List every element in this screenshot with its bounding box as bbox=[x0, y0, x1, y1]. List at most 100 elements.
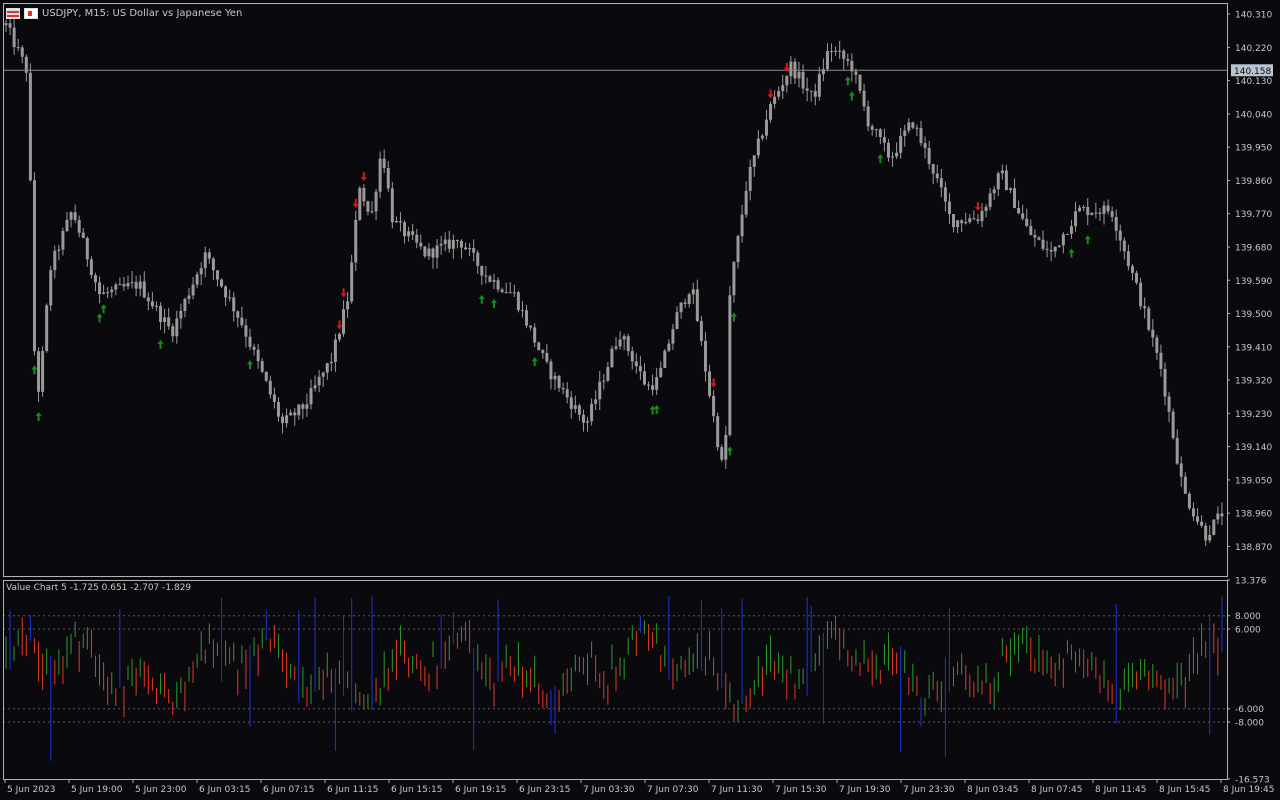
candle-body bbox=[53, 250, 57, 271]
candle-body bbox=[724, 434, 728, 460]
candle-body bbox=[443, 239, 447, 244]
candle-body bbox=[561, 387, 565, 390]
time-tick-label: 6 Jun 07:15 bbox=[263, 785, 314, 795]
candle-body bbox=[329, 361, 333, 364]
candle-body bbox=[529, 325, 533, 328]
candle-body bbox=[756, 138, 760, 156]
candle-body bbox=[1017, 208, 1021, 214]
candle-body bbox=[667, 343, 671, 351]
candle-body bbox=[1029, 225, 1033, 235]
candle-body bbox=[858, 74, 862, 91]
price-candles bbox=[3, 15, 1227, 547]
candle-body bbox=[411, 231, 415, 235]
candle-body bbox=[167, 317, 171, 327]
buy-arrow-icon bbox=[100, 304, 107, 314]
candle-body bbox=[154, 305, 158, 307]
candle-body bbox=[695, 289, 699, 322]
price-tick-label: 139.770 bbox=[1235, 210, 1272, 220]
candle-body bbox=[642, 371, 646, 385]
candle-body bbox=[740, 214, 744, 237]
candle-body bbox=[264, 371, 268, 381]
candle-body bbox=[512, 292, 516, 294]
candle-body bbox=[28, 72, 32, 181]
candle-body bbox=[773, 96, 777, 104]
time-axis[interactable]: 5 Jun 2023 5 Jun 19:00 5 Jun 23:00 6 Jun 03… bbox=[4, 779, 1274, 795]
candle-body bbox=[187, 295, 191, 299]
candle-body bbox=[691, 289, 695, 295]
price-tick-label: 139.950 bbox=[1235, 144, 1272, 154]
candle-body bbox=[508, 292, 512, 294]
candle-body bbox=[1057, 245, 1061, 247]
candle-body bbox=[244, 325, 248, 337]
candle-body bbox=[870, 126, 874, 130]
candle-body bbox=[651, 385, 655, 390]
buy-arrow-icon bbox=[531, 357, 538, 367]
candle-body bbox=[1163, 368, 1167, 397]
candle-body bbox=[138, 281, 142, 289]
buy-arrow-icon bbox=[1068, 248, 1075, 258]
sell-arrow-icon bbox=[336, 320, 343, 330]
value-chart-axis[interactable]: 13.376 8.000 6.000 -6.000 -8.000 -16.573 bbox=[1227, 577, 1270, 786]
time-tick-label: 8 Jun 07:45 bbox=[1031, 785, 1082, 795]
candle-body bbox=[577, 405, 581, 415]
candle-body bbox=[565, 389, 569, 398]
candle-body bbox=[224, 286, 228, 298]
candle-body bbox=[931, 164, 935, 174]
candle-body bbox=[472, 247, 476, 253]
candle-body bbox=[553, 375, 557, 380]
candle-body bbox=[350, 262, 354, 302]
candle-body bbox=[150, 301, 154, 307]
candle-body bbox=[1126, 251, 1130, 267]
candle-body bbox=[240, 317, 244, 326]
time-tick-label: 8 Jun 11:45 bbox=[1095, 785, 1146, 795]
buy-arrow-icon bbox=[35, 412, 42, 422]
value-tick-label: -8.000 bbox=[1235, 719, 1264, 729]
candle-body bbox=[390, 188, 394, 223]
candle-body bbox=[293, 412, 297, 416]
candle-body bbox=[333, 339, 337, 362]
candle-body bbox=[1187, 493, 1191, 509]
candle-body bbox=[378, 158, 382, 192]
value-chart-bars bbox=[3, 596, 1227, 761]
candle-body bbox=[891, 156, 895, 158]
chart-menu-icon[interactable] bbox=[6, 7, 20, 19]
candle-body bbox=[533, 327, 537, 343]
candle-body bbox=[789, 61, 793, 77]
candle-body bbox=[199, 268, 203, 275]
price-tick-label: 139.230 bbox=[1235, 410, 1272, 420]
price-axis[interactable]: 140.310 140.220 140.130 140.040 139.950 139.8… bbox=[1227, 11, 1273, 553]
candle-body bbox=[1139, 282, 1143, 307]
candle-body bbox=[1114, 216, 1118, 231]
price-tick-label: 139.680 bbox=[1235, 243, 1272, 253]
candle-body bbox=[248, 336, 252, 347]
candle-body bbox=[439, 243, 443, 246]
trade-terminal-icon[interactable] bbox=[24, 7, 38, 19]
candle-body bbox=[537, 342, 541, 351]
sell-arrow-icon bbox=[340, 288, 347, 298]
candle-body bbox=[370, 211, 374, 213]
buy-arrow-icon bbox=[1084, 235, 1091, 245]
candle-body bbox=[492, 280, 496, 282]
chart-frames bbox=[3, 3, 1228, 780]
candle-body bbox=[337, 333, 341, 340]
candle-body bbox=[760, 135, 764, 139]
candle-body bbox=[659, 367, 663, 378]
candle-body bbox=[1069, 226, 1073, 234]
candle-body bbox=[464, 247, 468, 250]
candle-body bbox=[943, 187, 947, 202]
candle-body bbox=[122, 284, 126, 287]
trading-chart[interactable]: 140.310 140.220 140.130 140.040 139.950 139.8… bbox=[0, 0, 1280, 800]
candle-body bbox=[752, 155, 756, 167]
candle-body bbox=[899, 135, 903, 153]
candle-body bbox=[276, 402, 280, 417]
candle-body bbox=[716, 416, 720, 448]
candle-body bbox=[183, 298, 187, 311]
candle-body bbox=[134, 282, 138, 289]
price-tick-label: 140.040 bbox=[1235, 110, 1272, 120]
time-tick-label: 8 Jun 19:45 bbox=[1223, 785, 1274, 795]
buy-arrow-icon bbox=[478, 294, 485, 304]
candle-body bbox=[65, 219, 69, 232]
time-tick-label: 5 Jun 23:00 bbox=[135, 785, 187, 795]
price-tick-label: 139.590 bbox=[1235, 277, 1272, 287]
time-tick-label: 5 Jun 2023 bbox=[7, 785, 55, 795]
